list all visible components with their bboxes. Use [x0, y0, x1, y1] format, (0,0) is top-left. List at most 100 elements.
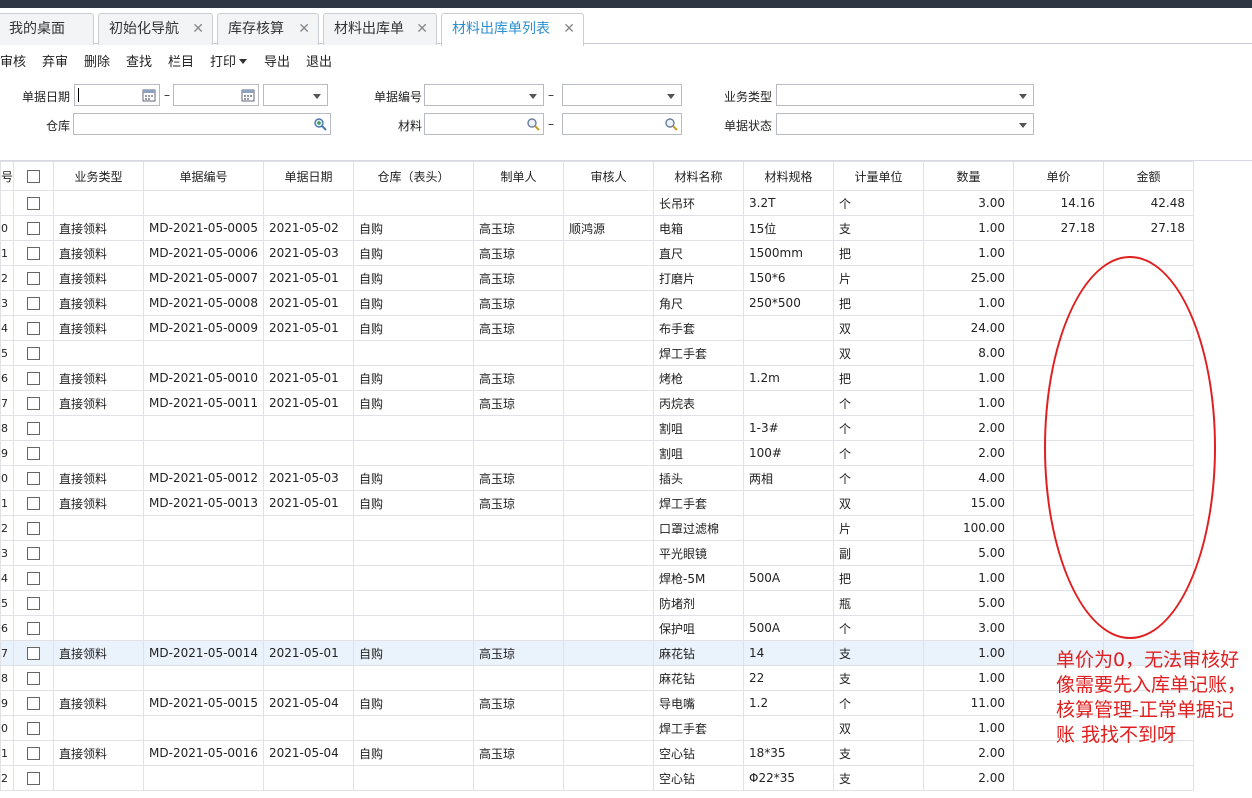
col-header-unit[interactable]: 计量单位 [833, 161, 925, 191]
table-row[interactable]: 9 直接领料 MD-2021-05-0015 2021-05-04 自购 高玉琼 导电嘴 1.… [0, 690, 1195, 716]
columns-button[interactable]: 栏目 [168, 51, 194, 70]
biz-type-select[interactable] [776, 84, 1034, 106]
row-checkbox[interactable] [27, 697, 41, 710]
table-row[interactable]: 5 防堵剂 瓶 5.00 [0, 590, 1195, 616]
table-row[interactable]: 3 直接领料 MD-2021-05-0008 2021-05-01 自购 高玉琼 角尺 250… [0, 290, 1195, 316]
row-checkbox[interactable] [27, 522, 41, 535]
doc-date-to-input[interactable] [173, 84, 259, 106]
col-header-price[interactable]: 单价 [1013, 161, 1105, 191]
calendar-icon[interactable] [142, 88, 156, 102]
cell-spec: 1.2 [743, 690, 835, 716]
table-row[interactable]: 0 直接领料 MD-2021-05-0012 2021-05-03 自购 高玉琼 插头 两相个… [0, 465, 1195, 491]
search-add-icon[interactable] [313, 117, 327, 131]
exit-button[interactable]: 退出 [306, 51, 332, 70]
table-row[interactable]: 1 直接领料 MD-2021-05-0016 2021-05-04 自购 高玉琼 空心钻 18… [0, 740, 1195, 766]
col-header-doc-date[interactable]: 单据日期 [263, 161, 355, 191]
close-icon[interactable]: ✕ [298, 14, 310, 44]
col-header-auditor[interactable]: 审核人 [563, 161, 655, 191]
table-row[interactable]: 6 保护咀 500A 个 3.00 [0, 615, 1195, 641]
table-row[interactable]: 5 焊工手套 双 8.00 [0, 340, 1195, 366]
row-checkbox[interactable] [27, 447, 41, 460]
table-row[interactable]: 0 焊工手套 双 1.00 [0, 715, 1195, 741]
row-checkbox[interactable] [27, 647, 41, 660]
close-icon[interactable]: ✕ [416, 14, 428, 44]
table-row[interactable]: 6 直接领料 MD-2021-05-0010 2021-05-01 自购 高玉琼 烤枪 1.2… [0, 365, 1195, 391]
col-header-select[interactable] [13, 161, 55, 191]
audit-button[interactable]: 审核 [0, 51, 26, 70]
cell-qty: 24.00 [923, 315, 1015, 341]
material-to-input[interactable] [562, 113, 682, 135]
table-row[interactable]: 2 直接领料 MD-2021-05-0007 2021-05-01 自购 高玉琼 打磨片 15… [0, 265, 1195, 291]
search-icon[interactable] [664, 117, 678, 131]
range-dash: – [548, 88, 554, 102]
calendar-icon[interactable] [241, 88, 255, 102]
find-button[interactable]: 查找 [126, 51, 152, 70]
row-checkbox[interactable] [27, 272, 41, 285]
table-row[interactable]: 7 直接领料 MD-2021-05-0014 2021-05-01 自购 高玉琼 麻花钻 14… [0, 640, 1195, 666]
row-checkbox[interactable] [27, 222, 41, 235]
col-header-spec[interactable]: 材料规格 [743, 161, 835, 191]
cell-amount [1103, 765, 1195, 791]
table-row[interactable]: 1 直接领料 MD-2021-05-0006 2021-05-03 自购 高玉琼 直尺 150… [0, 240, 1195, 266]
table-row[interactable]: 长吊环 3.2T 个 3.00 14.16 42.48 [0, 190, 1195, 216]
col-header-biz-type[interactable]: 业务类型 [53, 161, 145, 191]
row-checkbox[interactable] [27, 247, 41, 260]
row-checkbox[interactable] [27, 472, 41, 485]
row-checkbox[interactable] [27, 572, 41, 585]
tab-inventory-accounting[interactable]: 库存核算 ✕ [217, 13, 319, 45]
col-header-maker[interactable]: 制单人 [473, 161, 565, 191]
row-checkbox[interactable] [27, 547, 41, 560]
warehouse-input[interactable] [73, 113, 331, 135]
export-button[interactable]: 导出 [264, 51, 290, 70]
table-row[interactable]: 4 直接领料 MD-2021-05-0009 2021-05-01 自购 高玉琼 布手套 双 2… [0, 315, 1195, 341]
row-checkbox[interactable] [27, 322, 41, 335]
doc-date-from-input[interactable] [74, 84, 160, 106]
col-header-doc-no[interactable]: 单据编号 [143, 161, 265, 191]
table-row[interactable]: 9 割咀 100# 个 2.00 [0, 440, 1195, 466]
table-row[interactable]: 1 直接领料 MD-2021-05-0013 2021-05-01 自购 高玉琼 焊工手套 双… [0, 490, 1195, 516]
table-row[interactable]: 7 直接领料 MD-2021-05-0011 2021-05-01 自购 高玉琼 丙烷表 个 1… [0, 390, 1195, 416]
row-checkbox[interactable] [27, 197, 41, 210]
tab-material-outbound-list[interactable]: 材料出库单列表 ✕ [441, 13, 584, 46]
row-checkbox[interactable] [27, 622, 41, 635]
row-checkbox[interactable] [27, 347, 41, 360]
table-row[interactable]: 0 直接领料 MD-2021-05-0005 2021-05-02 自购 高玉琼 顺鸿源 电箱… [0, 215, 1195, 241]
row-checkbox[interactable] [27, 372, 41, 385]
table-row[interactable]: 4 焊枪-5M 500A 把 1.00 [0, 565, 1195, 591]
unaudit-button[interactable]: 弃审 [42, 51, 68, 70]
row-checkbox[interactable] [27, 772, 41, 785]
search-icon[interactable] [526, 117, 540, 131]
row-checkbox[interactable] [27, 297, 41, 310]
tab-label: 库存核算 [228, 21, 284, 37]
row-checkbox[interactable] [27, 422, 41, 435]
row-checkbox[interactable] [27, 397, 41, 410]
col-header-warehouse[interactable]: 仓库（表头） [353, 161, 475, 191]
col-header-index[interactable]: 号 [0, 161, 15, 191]
col-header-qty[interactable]: 数量 [923, 161, 1015, 191]
col-header-material[interactable]: 材料名称 [653, 161, 745, 191]
row-checkbox[interactable] [27, 497, 41, 510]
print-button[interactable]: 打印 [210, 51, 248, 70]
material-from-input[interactable] [424, 113, 544, 135]
tab-init-nav[interactable]: 初始化导航 ✕ [98, 13, 213, 45]
row-checkbox[interactable] [27, 672, 41, 685]
table-row[interactable]: 3 平光眼镜 副 5.00 [0, 540, 1195, 566]
table-row[interactable]: 8 麻花钻 22 支 1.00 [0, 665, 1195, 691]
tab-material-outbound[interactable]: 材料出库单 ✕ [323, 13, 437, 45]
select-all-checkbox[interactable] [27, 170, 41, 183]
date-range-select[interactable] [263, 84, 328, 106]
row-checkbox[interactable] [27, 597, 41, 610]
tab-my-desktop[interactable]: 我的桌面 [0, 13, 94, 45]
row-checkbox[interactable] [27, 722, 41, 735]
doc-no-to-select[interactable] [562, 84, 682, 106]
table-row[interactable]: 2 口罩过滤棉 片 100.00 [0, 515, 1195, 541]
table-row[interactable]: 8 割咀 1-3# 个 2.00 [0, 415, 1195, 441]
doc-no-from-select[interactable] [424, 84, 544, 106]
delete-button[interactable]: 删除 [84, 51, 110, 70]
doc-status-select[interactable] [776, 113, 1034, 135]
col-header-amount[interactable]: 金额 [1103, 161, 1195, 191]
table-row[interactable]: 2 空心钻 Φ22*35 支 2.00 [0, 765, 1195, 791]
row-checkbox[interactable] [27, 747, 41, 760]
close-icon[interactable]: ✕ [563, 14, 575, 44]
close-icon[interactable]: ✕ [192, 14, 204, 44]
